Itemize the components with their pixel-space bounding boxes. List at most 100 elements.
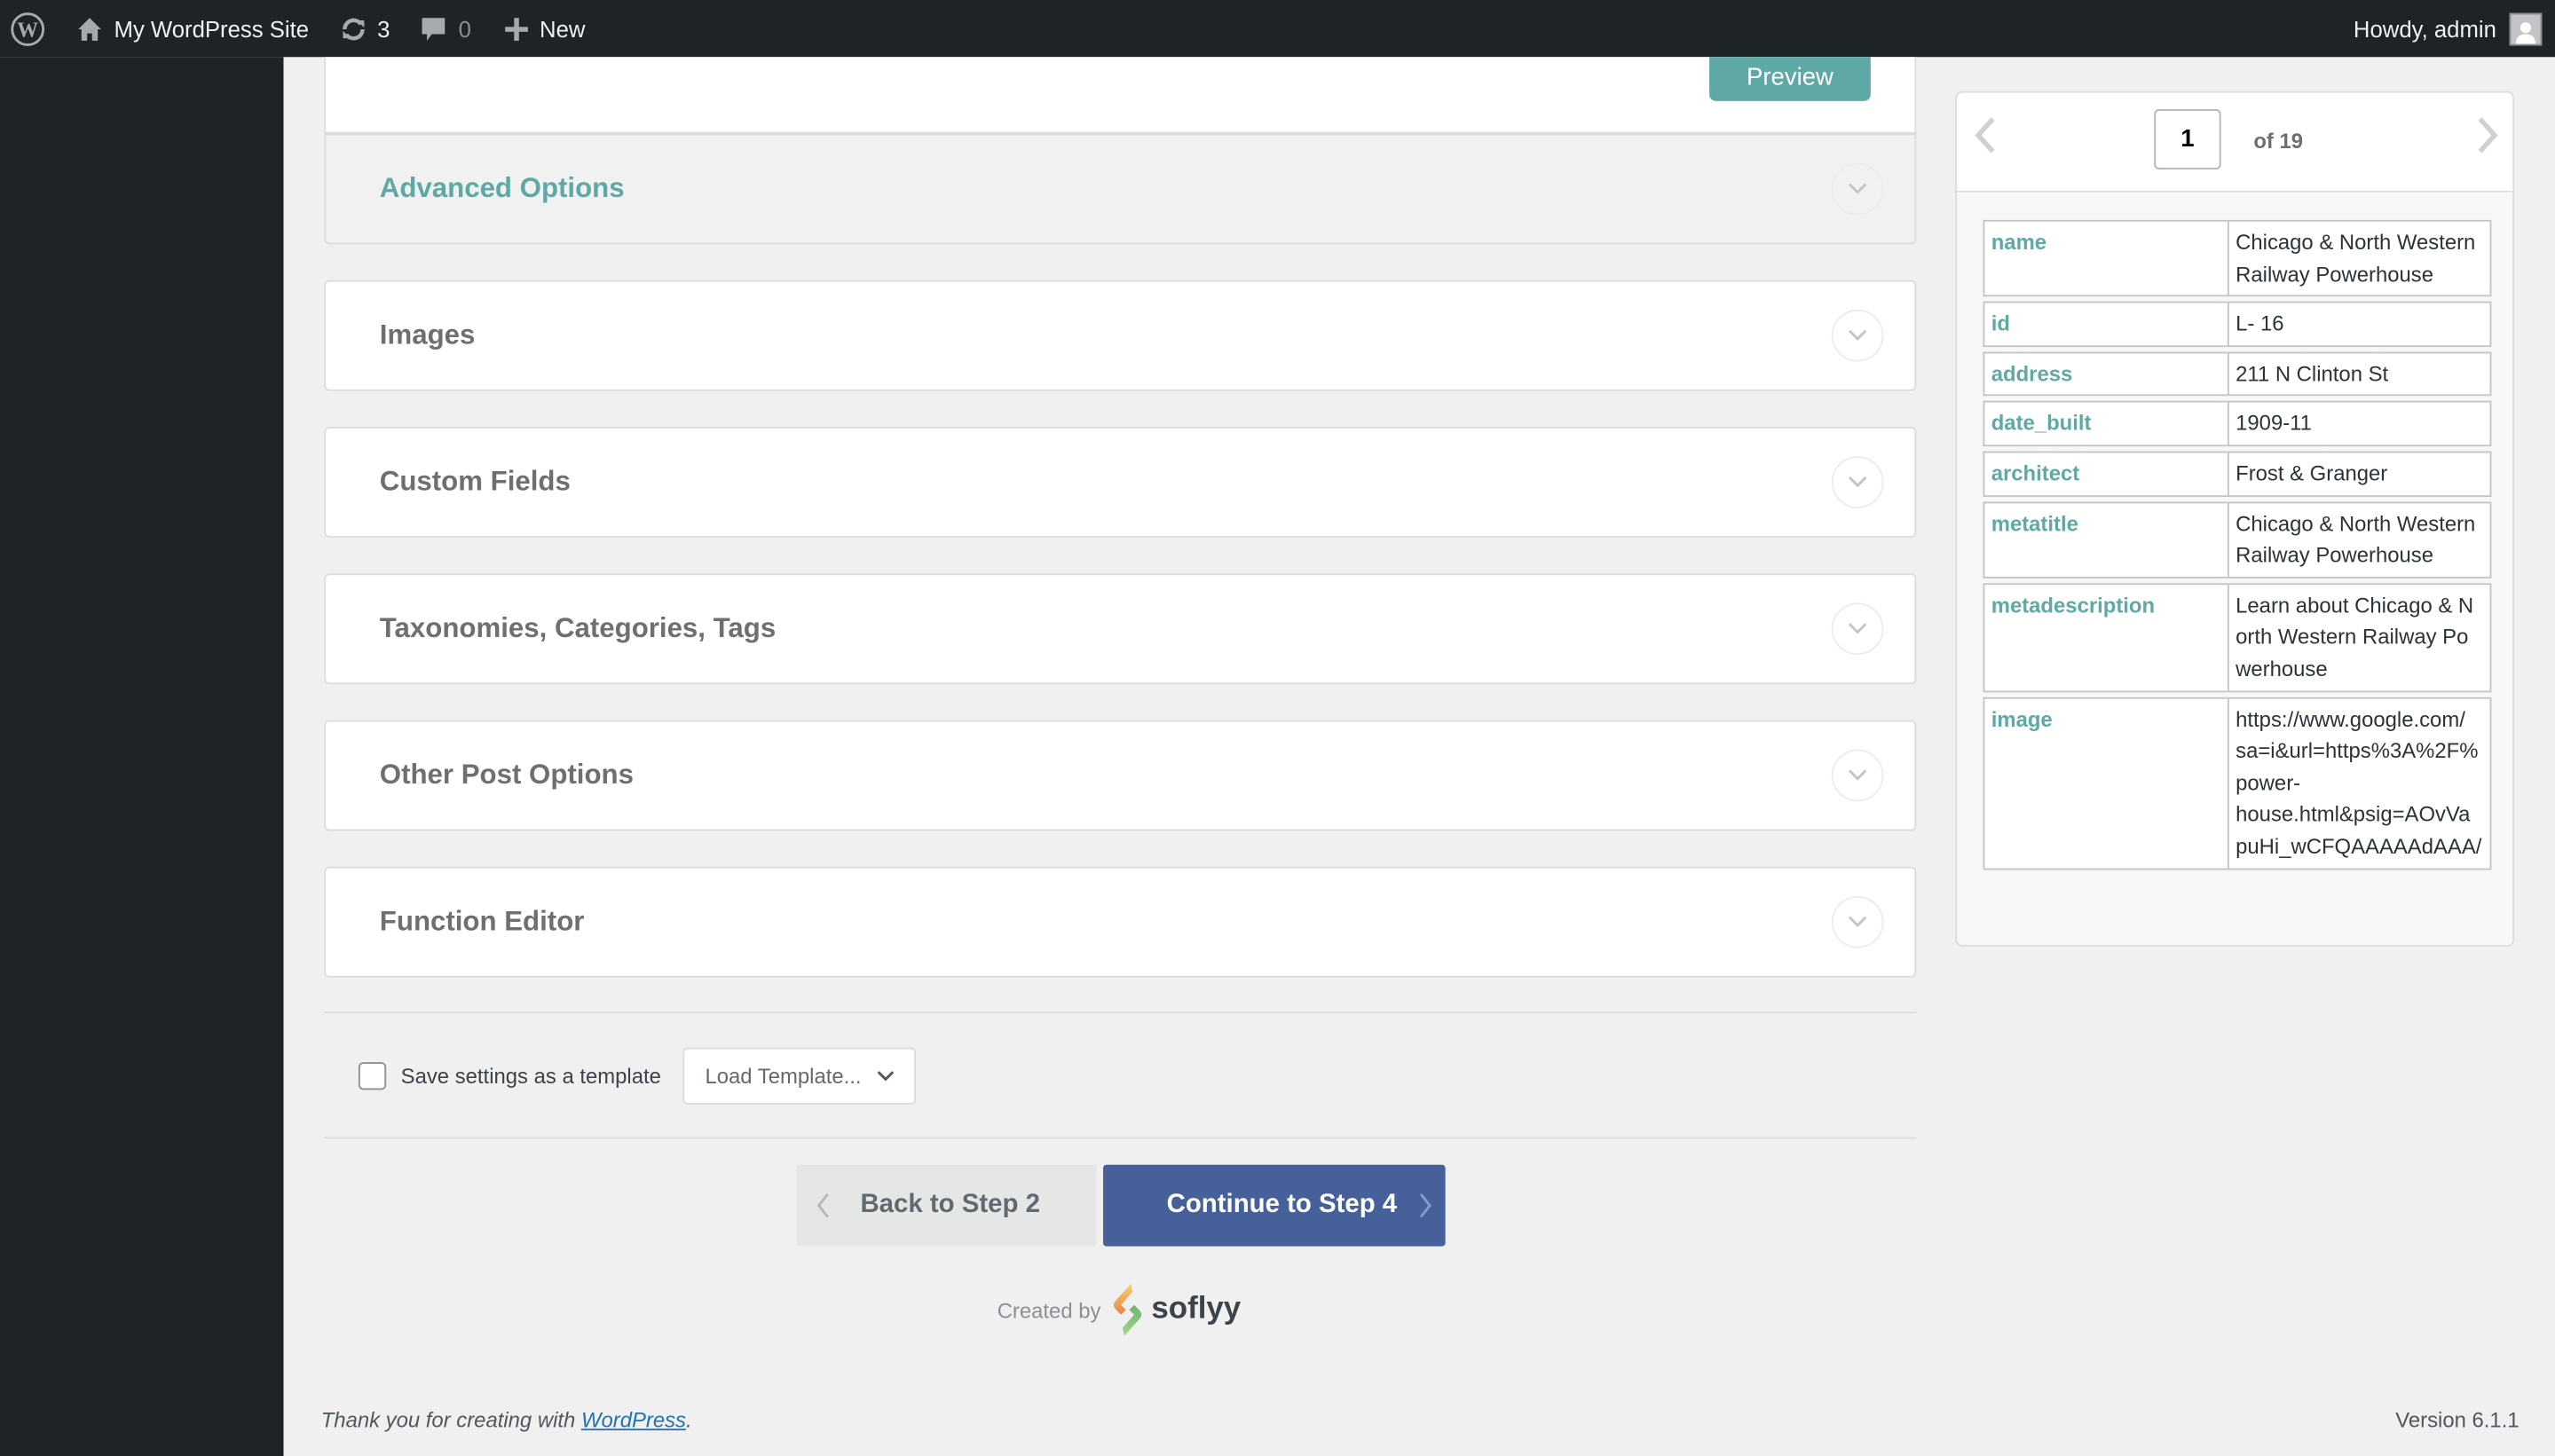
admin-bar: W My WordPress Site 3 0 New Howdy, admin bbox=[0, 0, 2555, 58]
table-row: date_built 1909-11 bbox=[1983, 401, 2492, 447]
wordpress-logo-menu[interactable]: W bbox=[0, 0, 59, 57]
updates-icon bbox=[338, 14, 367, 43]
chevron-down-icon bbox=[1848, 329, 1867, 341]
chevron-down-icon bbox=[876, 1071, 894, 1082]
comments-count: 0 bbox=[458, 15, 471, 42]
field-value: 211 N Clinton St bbox=[2227, 351, 2492, 397]
avatar bbox=[2509, 12, 2543, 45]
chevron-down-icon bbox=[1848, 183, 1867, 194]
field-key: metadescription bbox=[1983, 582, 2228, 692]
section-title: Function Editor bbox=[379, 905, 585, 937]
record-total: of 19 bbox=[2253, 129, 2304, 153]
expand-toggle[interactable] bbox=[1831, 309, 1884, 362]
field-value: https://www.google.com/ sa=i&url=https%3… bbox=[2227, 696, 2492, 870]
load-template-select[interactable]: Load Template... bbox=[682, 1047, 916, 1105]
continue-to-step-4-button[interactable]: Continue to Step 4 bbox=[1103, 1164, 1446, 1247]
section-title: Images bbox=[379, 319, 476, 350]
section-taxonomies[interactable]: Taxonomies, Categories, Tags bbox=[324, 573, 1917, 685]
expand-toggle[interactable] bbox=[1831, 895, 1884, 948]
section-title: Other Post Options bbox=[379, 759, 634, 791]
image-url-line: https://www.google.com/ bbox=[2236, 706, 2465, 731]
template-options-row: Save settings as a template Load Templat… bbox=[358, 1047, 916, 1105]
record-number-input[interactable] bbox=[2154, 109, 2221, 169]
expand-toggle[interactable] bbox=[1831, 162, 1884, 216]
field-key: architect bbox=[1983, 451, 2228, 497]
chevron-right-icon bbox=[1420, 1192, 1432, 1218]
wordpress-logo-icon: W bbox=[10, 11, 45, 46]
section-custom-fields[interactable]: Custom Fields bbox=[324, 427, 1917, 538]
expand-toggle[interactable] bbox=[1831, 456, 1884, 508]
chevron-left-icon bbox=[1975, 117, 1995, 153]
load-template-value: Load Template... bbox=[705, 1063, 862, 1089]
template-editor-panel: Preview bbox=[324, 57, 1917, 134]
wordpress-link[interactable]: WordPress bbox=[581, 1407, 686, 1432]
back-button-label: Back to Step 2 bbox=[860, 1191, 1040, 1219]
table-row: metadescription Learn about Chicago & No… bbox=[1983, 582, 2492, 692]
preview-button[interactable]: Preview bbox=[1709, 57, 1871, 101]
credit-brand[interactable]: soflyy bbox=[1151, 1292, 1241, 1327]
expand-toggle[interactable] bbox=[1831, 749, 1884, 802]
table-row: address 211 N Clinton St bbox=[1983, 351, 2492, 397]
section-function-editor[interactable]: Function Editor bbox=[324, 866, 1917, 978]
chevron-right-icon bbox=[2478, 117, 2498, 153]
record-pager: of 19 bbox=[1957, 92, 2513, 193]
image-url-line: puHi_wCFQAAAAAdAAA/ bbox=[2236, 833, 2482, 859]
updates-menu[interactable]: 3 bbox=[322, 0, 403, 57]
footer-version: Version 6.1.1 bbox=[2395, 1407, 2520, 1432]
chevron-down-icon bbox=[1848, 769, 1867, 781]
field-key: name bbox=[1983, 219, 2228, 297]
chevron-down-icon bbox=[1848, 916, 1867, 927]
account-menu[interactable]: Howdy, admin bbox=[2340, 0, 2555, 57]
image-url-line: power- bbox=[2236, 769, 2301, 795]
soflyy-logo-icon bbox=[1109, 1282, 1145, 1337]
site-name-menu[interactable]: My WordPress Site bbox=[59, 0, 322, 57]
field-key: id bbox=[1983, 302, 2228, 347]
wp-admin-page: W My WordPress Site 3 0 New Howdy, admin… bbox=[0, 0, 2555, 1456]
divider bbox=[324, 1137, 1917, 1139]
section-title: Custom Fields bbox=[379, 466, 571, 498]
site-name: My WordPress Site bbox=[114, 15, 310, 42]
section-title: Advanced Options bbox=[379, 172, 625, 204]
field-value: Chicago & North Western Railway Powerhou… bbox=[2227, 219, 2492, 297]
new-content-menu[interactable]: New bbox=[485, 0, 599, 57]
image-url-line: sa=i&url=https%3A%2F% bbox=[2236, 737, 2479, 763]
next-record-button[interactable] bbox=[2477, 115, 2500, 162]
table-row: image https://www.google.com/ sa=i&url=h… bbox=[1983, 696, 2492, 870]
footer-thanks-prefix: Thank you for creating with bbox=[320, 1407, 581, 1432]
new-label: New bbox=[540, 15, 586, 42]
credit-prefix: Created by bbox=[997, 1297, 1101, 1322]
comments-menu[interactable]: 0 bbox=[403, 0, 484, 57]
expand-toggle[interactable] bbox=[1831, 602, 1884, 656]
image-url-line: house.html&psig=AOvVa bbox=[2236, 801, 2471, 827]
table-row: id L- 16 bbox=[1983, 302, 2492, 347]
chevron-down-icon bbox=[1848, 476, 1867, 488]
record-preview-panel: of 19 name Chicago & North Western Railw… bbox=[1955, 91, 2515, 947]
svg-text:W: W bbox=[17, 18, 38, 41]
field-key: address bbox=[1983, 351, 2228, 397]
save-template-label[interactable]: Save settings as a template bbox=[401, 1064, 661, 1089]
section-title: Taxonomies, Categories, Tags bbox=[379, 612, 777, 644]
howdy-greeting: Howdy, admin bbox=[2353, 15, 2496, 42]
home-icon bbox=[75, 14, 104, 43]
field-value: Learn about Chicago & North Western Rail… bbox=[2227, 582, 2492, 692]
section-other-post-options[interactable]: Other Post Options bbox=[324, 720, 1917, 831]
updates-count: 3 bbox=[377, 15, 390, 42]
plus-icon bbox=[504, 15, 530, 41]
save-template-checkbox[interactable] bbox=[358, 1062, 387, 1090]
created-by-credit: Created by soflyy bbox=[997, 1282, 1241, 1337]
divider bbox=[324, 1011, 1917, 1014]
field-value: L- 16 bbox=[2227, 302, 2492, 347]
section-images[interactable]: Images bbox=[324, 279, 1917, 391]
chevron-down-icon bbox=[1848, 623, 1867, 634]
table-row: name Chicago & North Western Railway Pow… bbox=[1983, 219, 2492, 297]
record-fields-table: name Chicago & North Western Railway Pow… bbox=[1983, 215, 2492, 874]
admin-sidebar bbox=[0, 57, 284, 1456]
back-to-step-2-button[interactable]: Back to Step 2 bbox=[796, 1164, 1097, 1247]
comment-bubble-icon bbox=[420, 14, 449, 43]
field-value: Chicago & North Western Railway Powerhou… bbox=[2227, 500, 2492, 578]
section-advanced-options[interactable]: Advanced Options bbox=[324, 133, 1917, 245]
table-row: architect Frost & Granger bbox=[1983, 451, 2492, 497]
chevron-left-icon bbox=[816, 1192, 829, 1218]
field-key: metatitle bbox=[1983, 500, 2228, 578]
previous-record-button[interactable] bbox=[1974, 115, 1997, 162]
